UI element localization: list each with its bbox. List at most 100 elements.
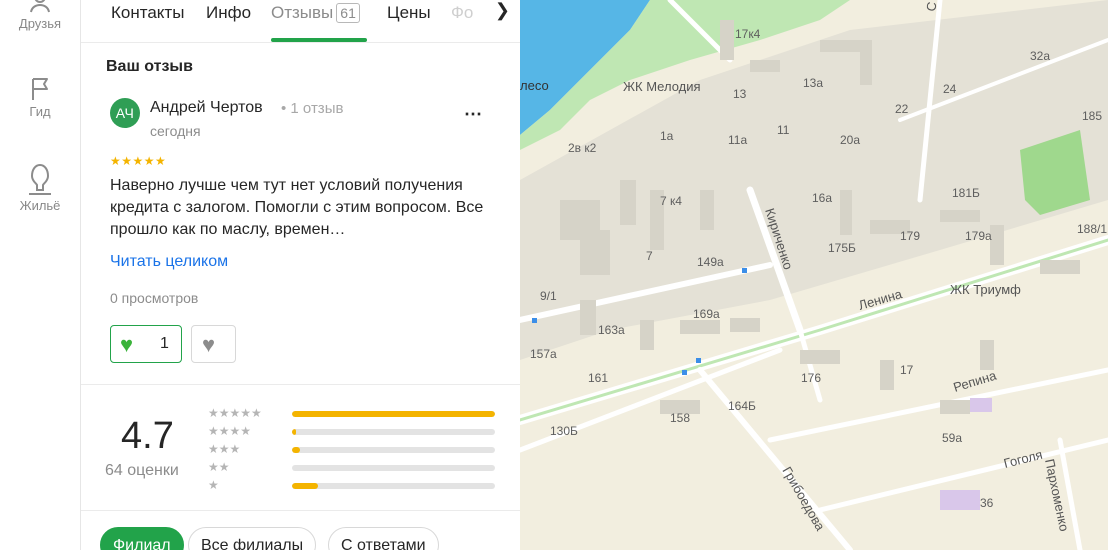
house-number: 7 xyxy=(646,249,653,263)
nav-item-friends[interactable]: Друзья xyxy=(0,0,80,31)
active-tab-indicator xyxy=(271,38,367,42)
tab-info[interactable]: Инфо xyxy=(206,3,251,23)
building xyxy=(580,300,596,335)
ratings-count: 64 оценки xyxy=(105,462,179,479)
average-rating: 4.7 xyxy=(121,415,174,457)
house-number: 36 xyxy=(980,496,994,510)
rating-bar-stars: ★★★★ xyxy=(208,424,252,438)
views-count: 0 просмотров xyxy=(110,290,199,306)
bus-stop-icon[interactable] xyxy=(682,370,687,375)
map-label: лесо xyxy=(520,78,549,93)
divider xyxy=(81,384,520,385)
building xyxy=(580,230,610,275)
house-number: 1а xyxy=(660,129,674,143)
building xyxy=(800,350,840,364)
building xyxy=(680,320,720,334)
chevron-right-icon: ❯ xyxy=(494,0,510,20)
map[interactable]: лесо ЖК Мелодия ЖК Триумф Кириченко Лени… xyxy=(520,0,1108,550)
house-number: 59а xyxy=(942,431,962,445)
building xyxy=(750,60,780,72)
flag-icon xyxy=(32,78,48,100)
building xyxy=(820,40,860,52)
tab-photos[interactable]: Фо xyxy=(451,3,473,23)
house-icon xyxy=(29,163,51,195)
nav-rail: Друзья Гид Жильё xyxy=(0,0,81,550)
reviews-count-badge: 61 xyxy=(336,3,360,23)
house-number: 176 xyxy=(801,371,821,385)
rating-bar-stars: ★★★ xyxy=(208,442,241,456)
author-review-count: • 1 отзыв xyxy=(281,100,344,117)
avatar[interactable]: АЧ xyxy=(110,98,140,128)
rating-bar-track xyxy=(292,447,495,453)
house-number: 13а xyxy=(803,76,823,90)
map-canvas[interactable]: лесо ЖК Мелодия ЖК Триумф Кириченко Лени… xyxy=(520,0,1108,550)
filter-chip-all-branches[interactable]: Все филиалы xyxy=(188,527,317,550)
read-more-link[interactable]: Читать целиком xyxy=(110,253,228,271)
house-number: 149а xyxy=(697,255,724,269)
map-label-zhk-triumf: ЖК Триумф xyxy=(950,282,1021,297)
tab-prices[interactable]: Цены xyxy=(387,3,431,23)
heart-icon: ♥ xyxy=(202,332,216,357)
rating-bar-stars: ★ xyxy=(208,478,219,492)
bus-stop-icon[interactable] xyxy=(532,318,537,323)
building xyxy=(990,225,1004,265)
house-number: 185 xyxy=(1082,109,1102,123)
review-date: сегодня xyxy=(150,123,201,139)
section-title: Ваш отзыв xyxy=(106,58,193,75)
building xyxy=(980,340,994,370)
building xyxy=(940,400,970,414)
house-number: 11а xyxy=(728,133,747,147)
tab-bar: Контакты Инфо Отзывы 61 Цены Фо ❯ xyxy=(81,0,520,43)
rating-bar-fill xyxy=(292,429,297,435)
rating-bar-track xyxy=(292,465,495,471)
house-number: 179 xyxy=(900,229,920,243)
rating-bar-track xyxy=(292,411,495,417)
tab-contacts[interactable]: Контакты xyxy=(111,3,184,23)
building xyxy=(730,318,760,332)
building xyxy=(700,190,714,230)
building xyxy=(880,360,894,390)
house-number: 163а xyxy=(598,323,625,337)
review-text: Наверно лучше чем тут нет условий получе… xyxy=(110,177,484,238)
tab-reviews-label: Отзывы xyxy=(271,3,334,22)
filter-chip-with-replies[interactable]: С ответами xyxy=(328,527,439,550)
nav-item-label: Друзья xyxy=(18,16,62,31)
like-count: 1 xyxy=(160,335,169,352)
house-number: 158 xyxy=(670,411,690,425)
house-number: 130Б xyxy=(550,424,578,438)
building xyxy=(940,210,980,222)
house-number: 157а xyxy=(530,347,557,361)
rating-bar-track xyxy=(292,483,495,489)
rating-bar-fill xyxy=(292,483,319,489)
house-number: 16а xyxy=(812,191,832,205)
nav-item-guide[interactable]: Гид xyxy=(0,76,80,119)
house-number: 13 xyxy=(733,87,747,101)
rating-bar-stars: ★★★★★ xyxy=(208,406,262,420)
divider xyxy=(81,510,520,511)
more-options-icon[interactable]: ⋯ xyxy=(464,104,483,125)
like-button[interactable]: ♥ 1 xyxy=(110,325,182,363)
building xyxy=(860,40,872,85)
review-author[interactable]: Андрей Чертов xyxy=(150,99,263,117)
tab-reviews[interactable]: Отзывы 61 xyxy=(271,3,360,23)
building xyxy=(620,180,636,225)
rating-bar-stars: ★★ xyxy=(208,460,230,474)
place-panel: Контакты Инфо Отзывы 61 Цены Фо ❯ Ваш отз… xyxy=(81,0,520,550)
bus-stop-icon[interactable] xyxy=(696,358,701,363)
map-school-building xyxy=(970,398,992,412)
review-stars: ★★★★★ xyxy=(110,154,167,168)
rating-bar-fill xyxy=(292,411,495,417)
dislike-button[interactable]: ♥ xyxy=(191,325,236,363)
building xyxy=(720,20,734,60)
bus-stop-icon[interactable] xyxy=(742,268,747,273)
house-number: 169а xyxy=(693,307,720,321)
nav-item-housing[interactable]: Жильё xyxy=(0,162,80,213)
house-number: 9/1 xyxy=(540,289,557,303)
house-number: 20а xyxy=(840,133,860,147)
heart-icon: ♥ xyxy=(120,332,134,357)
map-school-building xyxy=(940,490,980,510)
tabs-scroll-next-button[interactable]: ❯ xyxy=(483,0,520,26)
house-number: 7 к4 xyxy=(660,194,682,208)
house-number: 24 xyxy=(943,82,957,96)
filter-chip-branch[interactable]: Филиал xyxy=(100,527,184,550)
